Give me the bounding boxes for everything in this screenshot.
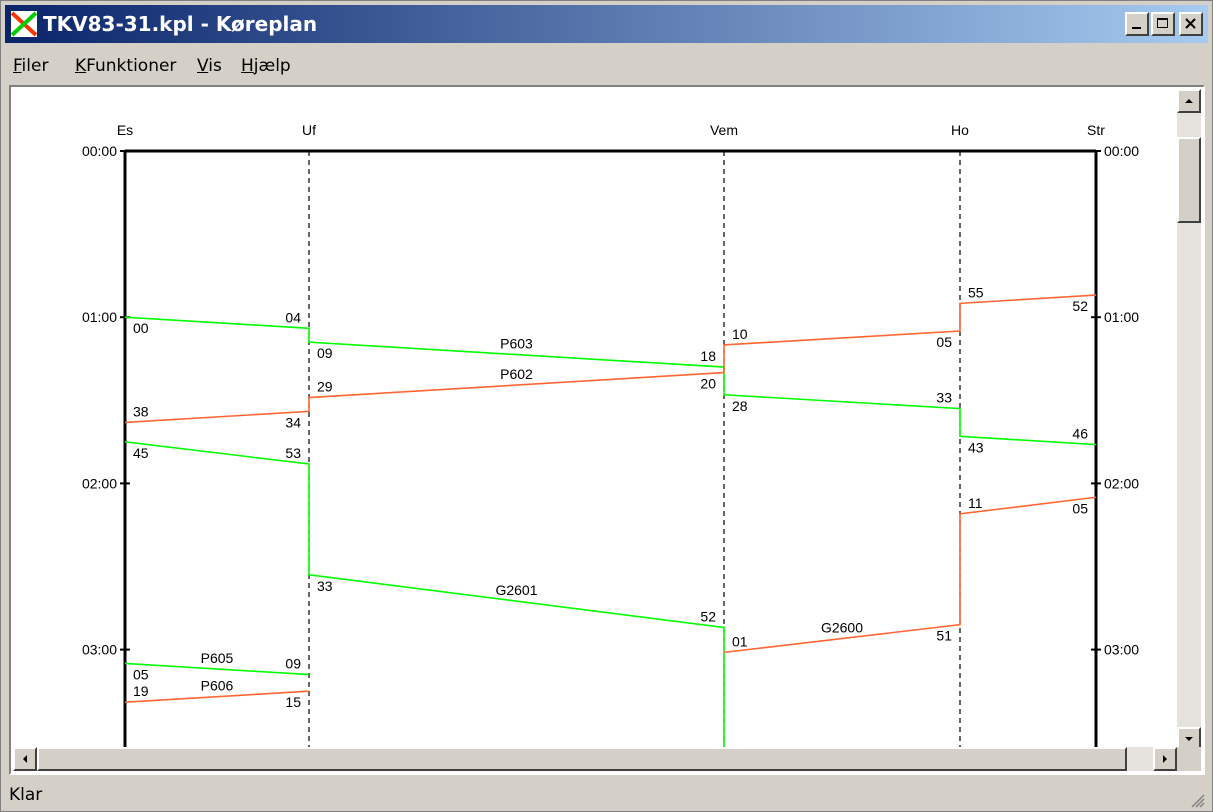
train-time-label: 53 (285, 445, 301, 461)
train-time-label: 05 (1072, 500, 1088, 516)
train-time-label: 29 (317, 379, 333, 395)
train-name-label: P605 (201, 650, 234, 666)
train-time-label: 33 (936, 390, 952, 406)
menu-filer[interactable]: Filer (13, 56, 48, 76)
maximize-icon (1157, 18, 1168, 28)
station-label-uf: Uf (302, 122, 316, 138)
train-line-g2601 (124, 441, 725, 751)
time-label-left: 03:00 (82, 642, 117, 658)
train-time-label: 38 (133, 403, 149, 419)
train-time-label: 10 (732, 326, 748, 342)
menu-bar: Filer KFunktioner Vis Hjælp (5, 49, 1208, 81)
train-time-label: 18 (700, 348, 716, 364)
train-name-label: G2600 (821, 620, 863, 636)
vertical-scroll-thumb[interactable] (1177, 137, 1201, 223)
train-time-label: 00 (133, 320, 149, 336)
horizontal-scrollbar[interactable] (13, 747, 1177, 771)
maximize-button[interactable] (1151, 12, 1175, 36)
resize-grip-icon[interactable] (1186, 789, 1206, 809)
train-time-label: 01 (732, 633, 748, 649)
time-label-right: 03:00 (1104, 642, 1139, 658)
train-name-label: P603 (500, 336, 533, 352)
scroll-corner (1177, 747, 1201, 771)
close-button[interactable] (1179, 12, 1203, 36)
time-label-left: 00:00 (82, 143, 117, 159)
train-time-label: 46 (1072, 426, 1088, 442)
station-label-vem: Vem (710, 122, 738, 138)
menu-kfunktioner[interactable]: KFunktioner (75, 56, 176, 76)
time-label-right: 01:00 (1104, 309, 1139, 325)
app-icon (11, 11, 37, 37)
title-bar[interactable]: TKV83-31.kpl - Køreplan (5, 5, 1208, 43)
time-label-left: 01:00 (82, 309, 117, 325)
vertical-scrollbar[interactable] (1177, 89, 1201, 751)
menu-vis[interactable]: Vis (197, 56, 222, 76)
app-window: TKV83-31.kpl - Køreplan Filer KFunktione… (0, 0, 1213, 812)
status-bar: Klar (5, 781, 1208, 809)
minimize-icon (1132, 27, 1141, 29)
window-title: TKV83-31.kpl - Køreplan (43, 12, 318, 36)
train-time-label: 09 (285, 656, 301, 672)
train-time-label: 19 (133, 683, 149, 699)
train-time-label: 52 (1072, 298, 1088, 314)
status-text: Klar (9, 785, 43, 805)
arrow-left-icon (23, 755, 27, 763)
train-line-g2600 (723, 496, 1097, 654)
arrow-up-icon (1185, 99, 1193, 103)
timetable-chart: Es Uf Vem Ho Str 00:00 00:00 01:00 01:00 02:00 02:… (82, 122, 1139, 751)
train-time-label: 05 (133, 666, 149, 682)
train-name-label: G2601 (495, 582, 537, 598)
horizontal-scroll-thumb[interactable] (37, 747, 1127, 771)
train-time-label: 11 (968, 495, 983, 511)
train-time-label: 05 (936, 334, 952, 350)
train-time-label: 04 (285, 309, 301, 325)
train-time-label: 43 (968, 439, 984, 455)
train-time-label: 51 (936, 628, 952, 644)
menu-hjaelp[interactable]: Hjælp (241, 56, 291, 76)
arrow-down-icon (1185, 737, 1193, 741)
time-label-right: 02:00 (1104, 475, 1139, 491)
minimize-button[interactable] (1125, 12, 1149, 36)
train-time-label: 20 (700, 376, 716, 392)
train-time-label: 09 (317, 345, 333, 361)
close-icon (1185, 18, 1196, 29)
train-time-label: 45 (133, 445, 149, 461)
time-label-right: 00:00 (1104, 143, 1139, 159)
train-time-label: 15 (285, 694, 301, 710)
scroll-up-button[interactable] (1177, 89, 1201, 113)
train-time-label: 34 (285, 414, 301, 430)
train-time-label: 52 (700, 608, 716, 624)
timetable-view[interactable]: Es Uf Vem Ho Str 00:00 00:00 01:00 01:00 02:00 02:… (9, 85, 1205, 775)
train-time-label: 33 (317, 578, 333, 594)
scroll-right-button[interactable] (1153, 747, 1177, 771)
train-time-label: 28 (732, 398, 748, 414)
station-label-es: Es (117, 122, 133, 138)
train-time-label: 55 (968, 284, 984, 300)
scroll-left-button[interactable] (13, 747, 37, 771)
train-name-label: P606 (201, 678, 234, 694)
train-name-label: P602 (500, 366, 533, 382)
arrow-right-icon (1163, 755, 1167, 763)
station-label-str: Str (1087, 122, 1105, 138)
time-label-left: 02:00 (82, 475, 117, 491)
station-label-ho: Ho (951, 122, 969, 138)
